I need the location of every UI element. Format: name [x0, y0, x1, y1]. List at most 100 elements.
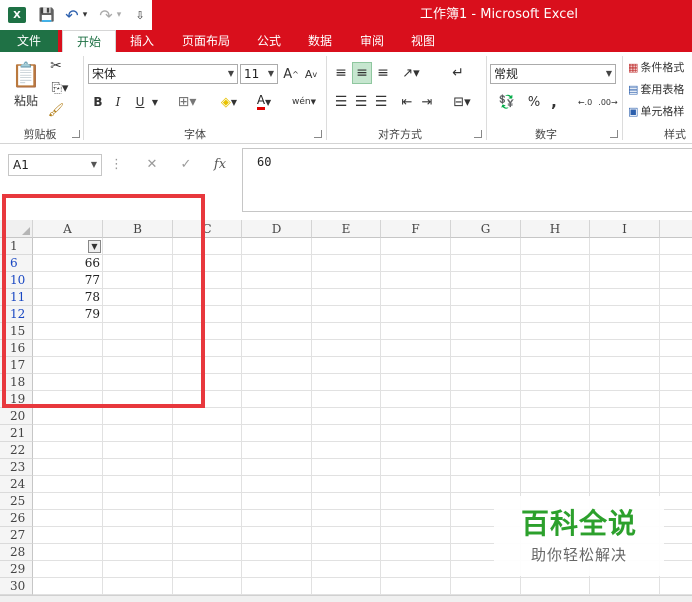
wrap-text-icon[interactable]: ↵ — [448, 62, 468, 84]
align-bottom-icon[interactable]: ≡ — [374, 62, 392, 84]
cell-styles-button[interactable]: ▣ 单元格样 — [628, 102, 692, 120]
row-header[interactable]: 22 — [0, 442, 33, 459]
number-launcher-icon[interactable] — [610, 130, 618, 138]
font-size-select[interactable]: 11 ▼ — [240, 64, 278, 84]
row-header[interactable]: 28 — [0, 544, 33, 561]
cell-a[interactable] — [33, 408, 103, 425]
tab-view[interactable]: 视图 — [398, 30, 448, 52]
conditional-formatting-button[interactable]: ▦ 条件格式 — [628, 58, 692, 76]
save-icon[interactable]: 💾 — [34, 0, 60, 30]
underline-button[interactable]: U — [132, 92, 148, 112]
format-as-table-button[interactable]: ▤ 套用表格 — [628, 80, 692, 98]
row-header[interactable]: 29 — [0, 561, 33, 578]
decrease-decimal-button[interactable]: .00→ — [596, 92, 620, 112]
table-row — [33, 476, 692, 493]
italic-button[interactable]: I — [110, 92, 126, 112]
cell-a[interactable] — [33, 476, 103, 493]
column-header-j[interactable] — [660, 220, 692, 238]
cell-a[interactable] — [33, 544, 103, 561]
cell-a[interactable] — [33, 510, 103, 527]
phonetic-button[interactable]: wén ▼ — [290, 92, 318, 112]
tab-data[interactable]: 数据 — [294, 30, 346, 52]
column-header-f[interactable]: F — [381, 220, 451, 238]
insert-function-icon[interactable]: fx — [208, 154, 232, 176]
tab-formulas[interactable]: 公式 — [244, 30, 294, 52]
font-color-button[interactable]: A ▼ — [250, 92, 278, 112]
column-header-i[interactable]: I — [590, 220, 660, 238]
clipboard-launcher-icon[interactable] — [72, 130, 80, 138]
group-label-alignment: 对齐方式 — [378, 128, 422, 141]
comma-button[interactable]: , — [546, 92, 562, 112]
tab-file[interactable]: 文件 — [0, 30, 58, 52]
cell-a[interactable] — [33, 493, 103, 510]
conditional-formatting-label: 条件格式 — [640, 61, 685, 74]
align-center-icon[interactable]: ☰ — [352, 92, 370, 112]
cell-a[interactable] — [33, 578, 103, 595]
increase-indent-icon[interactable]: ⇥ — [418, 92, 436, 112]
column-header-h[interactable]: H — [521, 220, 590, 238]
increase-decimal-button[interactable]: ←.0 — [574, 92, 596, 112]
watermark: 百科全说 助你轻松解决 — [494, 496, 664, 576]
bold-button[interactable]: B — [90, 92, 106, 112]
shrink-font-icon: A — [304, 67, 313, 81]
number-format-value: 常规 — [494, 67, 519, 81]
paste-icon[interactable]: 📋 — [10, 58, 42, 92]
row-header[interactable]: 24 — [0, 476, 33, 493]
row-header[interactable]: 25 — [0, 493, 33, 510]
font-name-select[interactable]: 宋体 ▼ — [88, 64, 238, 84]
title-bar: X 💾 ↶ ▾ ↷ ▾ ⇩ 工作簿1 - Microsoft Excel — [0, 0, 692, 30]
row-header[interactable]: 30 — [0, 578, 33, 595]
chevron-down-icon[interactable]: ▼ — [150, 92, 160, 112]
group-label-styles: 样式 — [664, 128, 686, 141]
name-box-value: A1 — [13, 158, 29, 172]
accounting-format-icon[interactable]: 💱 — [492, 92, 522, 112]
alignment-launcher-icon[interactable] — [474, 130, 482, 138]
redo-dropdown-icon[interactable]: ▾ — [114, 0, 124, 30]
align-middle-icon[interactable]: ≡ — [352, 62, 372, 84]
cell-a[interactable] — [33, 442, 103, 459]
paste-button[interactable]: 粘贴 — [10, 92, 42, 108]
enter-icon[interactable]: ✓ — [174, 154, 198, 176]
table-row — [33, 425, 692, 442]
tab-review[interactable]: 审阅 — [346, 30, 398, 52]
cell-a[interactable] — [33, 527, 103, 544]
shrink-font-button[interactable]: Av — [302, 64, 320, 84]
align-top-icon[interactable]: ≡ — [332, 62, 350, 84]
undo-icon[interactable]: ↶ — [64, 0, 80, 30]
row-header[interactable]: 26 — [0, 510, 33, 527]
column-header-g[interactable]: G — [451, 220, 521, 238]
tab-insert[interactable]: 插入 — [116, 30, 168, 52]
format-painter-icon[interactable]: 🖌 — [46, 100, 66, 120]
fill-color-icon[interactable]: ◈ ▼ — [214, 92, 244, 112]
grow-font-button[interactable]: A ^ — [282, 64, 300, 84]
row-header[interactable]: 21 — [0, 425, 33, 442]
copy-icon[interactable]: ⎘▾ — [46, 78, 74, 98]
name-box[interactable]: A1 ▼ — [8, 154, 102, 176]
merge-center-icon[interactable]: ⊟▾ — [448, 92, 476, 112]
cell-a[interactable] — [33, 561, 103, 578]
row-header[interactable]: 23 — [0, 459, 33, 476]
formula-input[interactable]: 60 — [242, 148, 692, 212]
font-launcher-icon[interactable] — [314, 130, 322, 138]
cut-icon[interactable]: ✂ — [46, 56, 66, 76]
tab-page-layout[interactable]: 页面布局 — [168, 30, 244, 52]
decrease-indent-icon[interactable]: ⇤ — [398, 92, 416, 112]
align-left-icon[interactable]: ☰ — [332, 92, 350, 112]
cell-a[interactable] — [33, 459, 103, 476]
redo-icon[interactable]: ↷ — [98, 0, 114, 30]
cell-a[interactable] — [33, 425, 103, 442]
undo-dropdown-icon[interactable]: ▾ — [80, 0, 90, 30]
column-header-d[interactable]: D — [242, 220, 312, 238]
row-header[interactable]: 20 — [0, 408, 33, 425]
column-header-e[interactable]: E — [312, 220, 381, 238]
cancel-icon[interactable]: ✕ — [140, 154, 164, 176]
number-format-select[interactable]: 常规 ▼ — [490, 64, 616, 84]
row-header[interactable]: 27 — [0, 527, 33, 544]
customize-qat-icon[interactable]: ⇩ — [132, 0, 148, 30]
borders-icon[interactable]: ⊞▾ — [172, 92, 202, 112]
percent-button[interactable]: % — [526, 92, 542, 112]
tab-home[interactable]: 开始 — [62, 30, 116, 52]
align-right-icon[interactable]: ☰ — [372, 92, 390, 112]
orientation-icon[interactable]: ↗▾ — [398, 62, 424, 84]
group-divider — [622, 56, 623, 140]
